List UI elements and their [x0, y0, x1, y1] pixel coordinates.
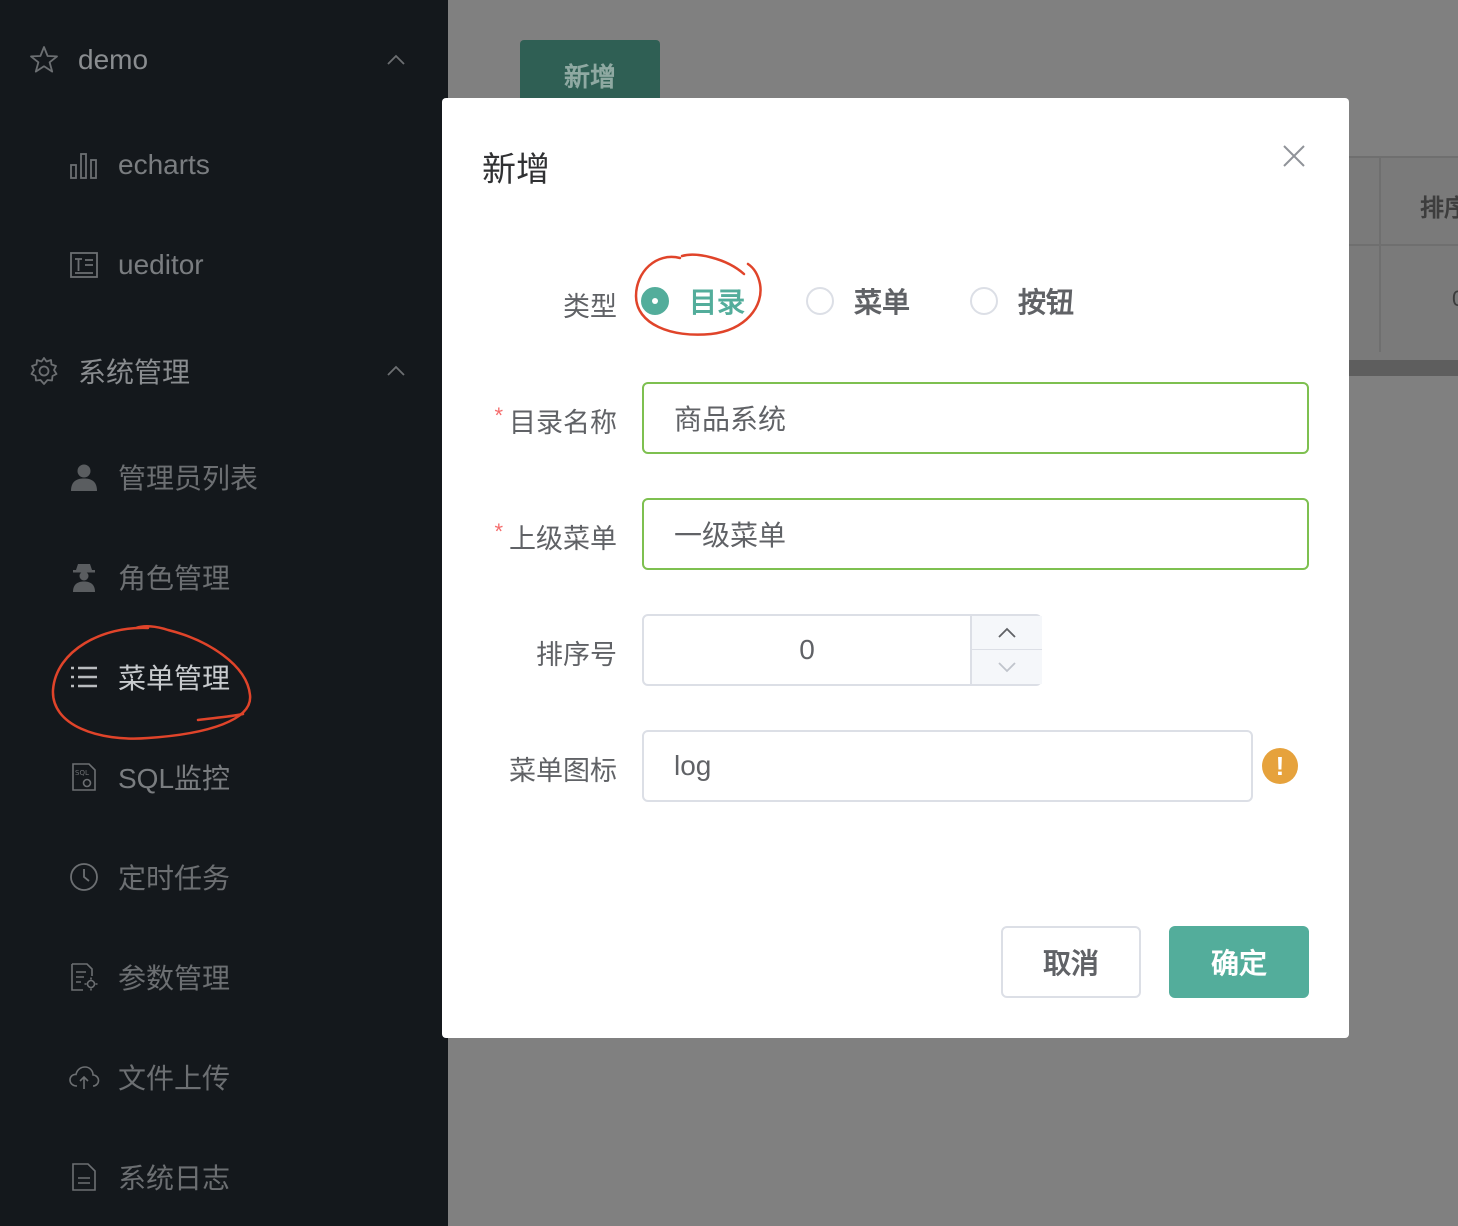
chevron-up-icon — [387, 54, 405, 65]
table-scrollbar[interactable] — [1349, 360, 1458, 376]
sidebar-item-label: 系统日志 — [118, 1163, 231, 1194]
radio-menu[interactable]: 菜单 — [806, 286, 910, 318]
table-column-header: 排序 — [1420, 195, 1458, 222]
confirm-button[interactable]: 确定 — [1169, 926, 1309, 998]
radio-label: 按钮 — [1018, 287, 1075, 318]
gear-icon — [30, 357, 58, 385]
sidebar-group-demo[interactable]: demo — [0, 25, 448, 95]
radio-circle — [806, 287, 834, 315]
order-value[interactable]: 0 — [644, 616, 970, 684]
sidebar-item-menus[interactable]: 菜单管理 — [0, 642, 448, 712]
sidebar-item-label: SQL监控 — [118, 763, 231, 794]
radio-button[interactable]: 按钮 — [970, 286, 1074, 318]
close-icon[interactable] — [1280, 142, 1308, 170]
sidebar-item-ueditor[interactable]: ueditor — [0, 230, 448, 300]
table-border — [1349, 244, 1458, 246]
dialog-title: 新增 — [482, 151, 550, 189]
sidebar-item-label: 定时任务 — [118, 863, 231, 894]
sidebar-item-cron[interactable]: 定时任务 — [0, 842, 448, 912]
sidebar-item-label: echarts — [118, 149, 210, 180]
directory-name-input[interactable]: 商品系统 — [642, 382, 1309, 454]
sidebar: demo echarts ueditor 系统管理 管理员列表 角色管理 菜单管… — [0, 0, 448, 1226]
list-icon — [71, 666, 97, 688]
role-icon — [73, 564, 95, 592]
bar-chart-icon — [70, 153, 97, 179]
sidebar-item-roles[interactable]: 角色管理 — [0, 542, 448, 612]
cancel-button[interactable]: 取消 — [1001, 926, 1141, 998]
sidebar-item-label: 管理员列表 — [118, 463, 259, 494]
directory-name-label-text: 目录名称 — [509, 408, 617, 438]
sidebar-item-label: 角色管理 — [118, 563, 231, 594]
table-border — [1349, 156, 1458, 158]
file-icon — [72, 1163, 96, 1191]
sidebar-group-system[interactable]: 系统管理 — [0, 336, 448, 406]
type-label: 类型 — [563, 292, 617, 322]
sidebar-item-label: 参数管理 — [118, 963, 231, 994]
sidebar-item-admins[interactable]: 管理员列表 — [0, 442, 448, 512]
svg-text:SQL: SQL — [75, 769, 89, 777]
chevron-down-icon — [998, 662, 1016, 673]
star-icon — [30, 46, 58, 73]
radio-label: 菜单 — [854, 287, 911, 318]
menu-icon-input[interactable]: log — [642, 730, 1253, 802]
parent-menu-label: * 上级菜单 — [494, 517, 617, 556]
decrement-button[interactable] — [970, 650, 1042, 684]
increment-button[interactable] — [970, 616, 1042, 650]
sidebar-item-echarts[interactable]: echarts — [0, 130, 448, 200]
warning-icon[interactable]: ! — [1262, 748, 1298, 784]
sidebar-item-label: 文件上传 — [118, 1063, 231, 1094]
directory-name-label: * 目录名称 — [494, 401, 617, 440]
parent-menu-input[interactable]: 一级菜单 — [642, 498, 1309, 570]
doc-settings-icon — [71, 963, 98, 991]
add-menu-dialog: 新增 类型 目录 菜单 按钮 * 目录名称 商品系统 * 上级菜单 一级菜单 排序号… — [442, 98, 1349, 1038]
menu-icon-label: 菜单图标 — [509, 756, 617, 786]
sql-icon: SQL — [72, 763, 96, 791]
chevron-up-icon — [387, 365, 405, 376]
table-cell: 0 — [1452, 286, 1458, 312]
parent-menu-value: 一级菜单 — [674, 520, 787, 551]
radio-directory[interactable]: 目录 — [641, 286, 745, 318]
table-border — [1379, 156, 1381, 352]
required-mark: * — [494, 403, 503, 428]
chevron-up-icon — [998, 627, 1016, 638]
radio-label: 目录 — [689, 287, 746, 318]
editor-icon — [70, 252, 98, 278]
menu-icon-value: log — [674, 750, 712, 781]
sidebar-group-label: demo — [78, 44, 149, 75]
order-stepper[interactable]: 0 — [642, 614, 1042, 686]
radio-circle — [641, 287, 669, 315]
sidebar-item-label: 菜单管理 — [118, 663, 231, 694]
required-mark: * — [494, 519, 503, 544]
order-label: 排序号 — [536, 640, 617, 670]
cloud-upload-icon — [69, 1066, 100, 1089]
sidebar-item-label: ueditor — [118, 249, 204, 280]
radio-circle — [970, 287, 998, 315]
clock-icon — [70, 863, 98, 891]
sidebar-item-upload[interactable]: 文件上传 — [0, 1042, 448, 1112]
parent-menu-label-text: 上级菜单 — [509, 524, 617, 554]
sidebar-item-params[interactable]: 参数管理 — [0, 942, 448, 1012]
sidebar-group-label: 系统管理 — [78, 357, 191, 388]
sidebar-item-sql[interactable]: SQL SQL监控 — [0, 742, 448, 812]
sidebar-item-logs[interactable]: 系统日志 — [0, 1142, 448, 1212]
user-icon — [71, 464, 97, 491]
directory-name-value: 商品系统 — [674, 404, 787, 435]
